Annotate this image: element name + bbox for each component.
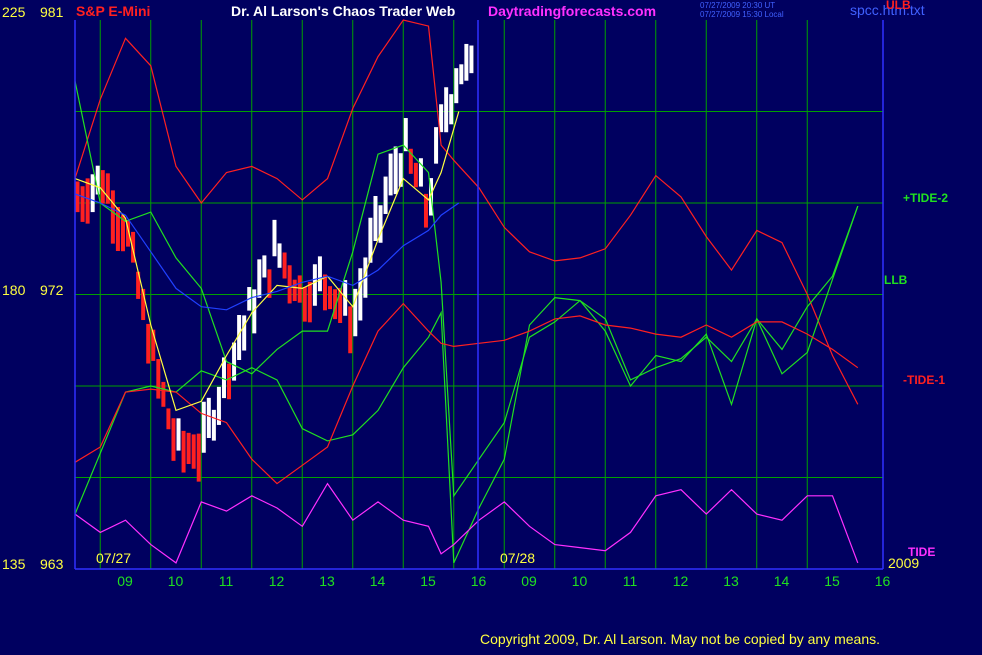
tide-label: TIDE bbox=[908, 545, 935, 559]
tide2-label: +TIDE-2 bbox=[903, 191, 948, 205]
x-tick-label: 10 bbox=[572, 573, 588, 589]
date-label-day2: 07/28 bbox=[500, 550, 535, 566]
axis-mid-left: 180 bbox=[2, 282, 26, 298]
x-tick-label: 14 bbox=[370, 573, 386, 589]
timestamp-ut: 07/27/2009 20:30 UT bbox=[700, 1, 775, 10]
x-tick-label: 16 bbox=[471, 573, 487, 589]
x-tick-label: 16 bbox=[875, 573, 891, 589]
x-tick-label: 12 bbox=[269, 573, 285, 589]
x-tick-label: 09 bbox=[521, 573, 537, 589]
ulb-label: ULB bbox=[886, 0, 911, 12]
axis-bottom-left: 135 bbox=[2, 556, 26, 572]
chart-title: Dr. Al Larson's Chaos Trader Web bbox=[231, 3, 455, 19]
instrument-label: S&P E-Mini bbox=[76, 3, 150, 19]
axis-top-left: 225 bbox=[2, 4, 26, 20]
date-label-day1: 07/27 bbox=[96, 550, 131, 566]
tide1-label: -TIDE-1 bbox=[903, 373, 945, 387]
x-tick-label: 15 bbox=[824, 573, 840, 589]
x-tick-label: 15 bbox=[420, 573, 436, 589]
x-tick-label: 12 bbox=[673, 573, 689, 589]
copyright-notice: Copyright 2009, Dr. Al Larson. May not b… bbox=[480, 631, 880, 647]
chart-window: 09 10 11 12 13 14 15 16 09 10 11 12 13 14 15 16 S&P E-M… bbox=[0, 0, 982, 650]
x-tick-label: 11 bbox=[623, 573, 638, 589]
x-tick-label: 11 bbox=[219, 573, 234, 589]
x-tick-label: 10 bbox=[168, 573, 184, 589]
website-label: Daytradingforecasts.com bbox=[488, 3, 656, 19]
axis-mid-right: 972 bbox=[40, 282, 64, 298]
llb-label: LLB bbox=[884, 273, 908, 287]
x-tick-label: 13 bbox=[319, 573, 335, 589]
x-tick-label: 13 bbox=[723, 573, 739, 589]
axis-bottom-right: 963 bbox=[40, 556, 64, 572]
chaos-trader-chart: 09 10 11 12 13 14 15 16 09 10 11 12 13 14 15 16 S&P E-M… bbox=[0, 0, 982, 650]
timestamp-local: 07/27/2009 15:30 Local bbox=[700, 10, 784, 19]
axis-top-right: 981 bbox=[40, 4, 64, 20]
x-tick-label: 14 bbox=[774, 573, 790, 589]
x-tick-label: 09 bbox=[117, 573, 133, 589]
